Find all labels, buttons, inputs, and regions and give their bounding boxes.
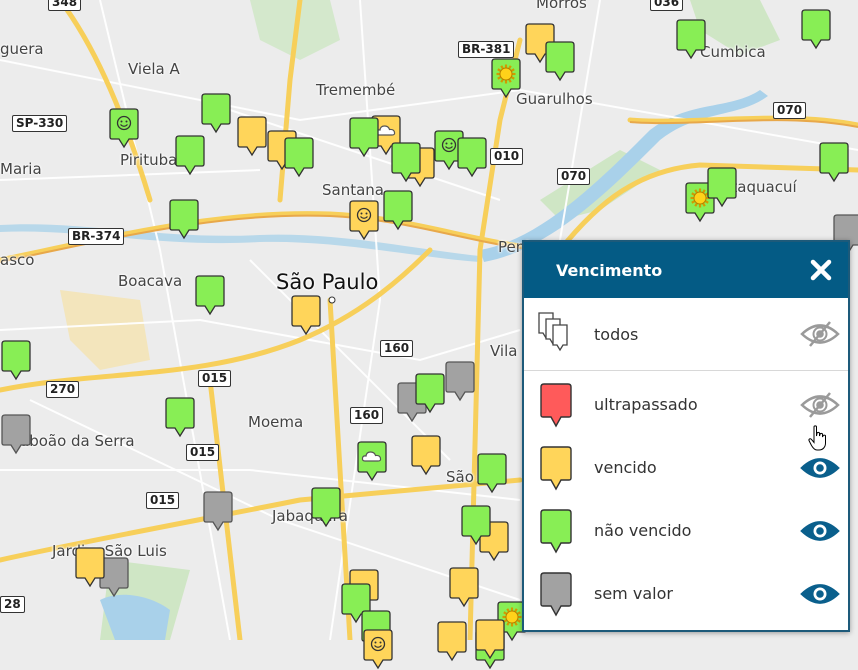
map-marker-green[interactable]	[675, 18, 707, 60]
map-marker-green[interactable]	[390, 141, 422, 183]
legend-item-ultrapassado[interactable]: ultrapassado	[524, 373, 848, 436]
road-shield: 160	[380, 340, 414, 357]
legend-item-label: vencido	[594, 458, 657, 477]
map-marker-green[interactable]	[283, 136, 315, 178]
place-label: Cumbica	[700, 43, 766, 61]
place-label: guera	[0, 40, 44, 58]
place-label: Tremembé	[316, 81, 396, 99]
legend-item-todos[interactable]: todos	[524, 298, 848, 371]
legend-item-label: todos	[594, 324, 639, 344]
map-marker-yellow-smile[interactable]	[362, 628, 394, 670]
legend-panel: Vencimento todos ultrapassado vencido nã…	[522, 240, 850, 632]
map-marker-green[interactable]	[414, 372, 446, 414]
map-marker-yellow[interactable]	[448, 566, 480, 608]
marker-icon	[536, 444, 576, 492]
road-shield: 015	[186, 444, 220, 461]
legend-item-sem-valor[interactable]: sem valor	[524, 562, 848, 625]
map-marker-yellow[interactable]	[236, 115, 268, 157]
map-marker-green[interactable]	[460, 504, 492, 546]
map-marker-yellow[interactable]	[74, 546, 106, 588]
place-label: Guarulhos	[516, 90, 593, 108]
place-label: São	[446, 468, 474, 486]
map-marker-yellow[interactable]	[290, 294, 322, 336]
road-shield: SP-330	[12, 115, 68, 132]
place-label: Moema	[248, 413, 304, 431]
road-shield: 070	[557, 168, 591, 185]
map-marker-yellow[interactable]	[474, 618, 506, 660]
map-marker-green[interactable]	[174, 134, 206, 176]
legend-item-label: sem valor	[594, 584, 673, 603]
legend-item-vencido[interactable]: vencido	[524, 436, 848, 499]
eye-icon[interactable]	[800, 580, 840, 608]
road-shield: BR-381	[458, 41, 515, 58]
road-shield: 160	[350, 407, 384, 424]
close-icon[interactable]	[808, 257, 834, 283]
map-marker-green[interactable]	[310, 486, 342, 528]
map-marker-green[interactable]	[194, 274, 226, 316]
map-marker-green[interactable]	[456, 136, 488, 178]
road-shield: 270	[46, 381, 80, 398]
place-label: aboão da Serra	[20, 432, 135, 450]
map-marker-green[interactable]	[164, 396, 196, 438]
road-shield: 010	[490, 148, 524, 165]
road-shield: 036	[650, 0, 684, 11]
legend-item-n-o-vencido[interactable]: não vencido	[524, 499, 848, 562]
map-marker-green[interactable]	[544, 40, 576, 82]
map-marker-gray[interactable]	[444, 360, 476, 402]
map-marker-green[interactable]	[348, 116, 380, 158]
marker-icon	[536, 507, 576, 555]
marker-icon	[536, 570, 576, 618]
road-shield: 015	[146, 492, 180, 509]
road-shield: 28	[0, 596, 25, 613]
map-marker-green-cloud[interactable]	[356, 440, 388, 482]
map-marker-green[interactable]	[382, 189, 414, 231]
stacked-markers-icon	[536, 310, 576, 358]
place-label: Vila	[490, 342, 518, 360]
legend-item-label: ultrapassado	[594, 395, 698, 414]
eye-slash-icon[interactable]	[800, 320, 840, 348]
map-marker-gray[interactable]	[0, 413, 32, 455]
road-shield: 348	[48, 0, 82, 11]
map-marker-yellow-smile[interactable]	[348, 199, 380, 241]
eye-slash-icon[interactable]	[800, 391, 840, 419]
city-label: São Paulo	[276, 270, 379, 294]
place-label: Morros	[536, 0, 587, 12]
map-marker-green[interactable]	[0, 339, 32, 381]
legend-header: Vencimento	[524, 242, 848, 298]
place-label: asco	[0, 251, 35, 269]
place-label: Santana	[322, 181, 384, 199]
road-shield: 070	[773, 102, 807, 119]
map-marker-green-sun[interactable]	[490, 57, 522, 99]
marker-icon	[536, 381, 576, 429]
place-label: Pirituba	[120, 151, 178, 169]
road-shield: BR-374	[68, 228, 125, 245]
map-marker-green[interactable]	[800, 8, 832, 50]
place-label: Viela A	[128, 60, 180, 78]
road-shield: 015	[198, 370, 232, 387]
map-marker-yellow[interactable]	[410, 434, 442, 476]
legend-title: Vencimento	[556, 260, 663, 280]
place-label: Boacava	[118, 272, 183, 290]
place-label: Maria	[0, 160, 42, 178]
eye-icon[interactable]	[800, 454, 840, 482]
map-marker-green[interactable]	[200, 92, 232, 134]
map-marker-gray[interactable]	[202, 490, 234, 532]
map-marker-green[interactable]	[706, 166, 738, 208]
map-marker-green[interactable]	[476, 452, 508, 494]
map-marker-green-smile[interactable]	[108, 107, 140, 149]
eye-icon[interactable]	[800, 517, 840, 545]
map-marker-green[interactable]	[818, 141, 850, 183]
map-marker-yellow[interactable]	[436, 620, 468, 662]
legend-item-label: não vencido	[594, 521, 692, 540]
map-marker-green[interactable]	[168, 198, 200, 240]
